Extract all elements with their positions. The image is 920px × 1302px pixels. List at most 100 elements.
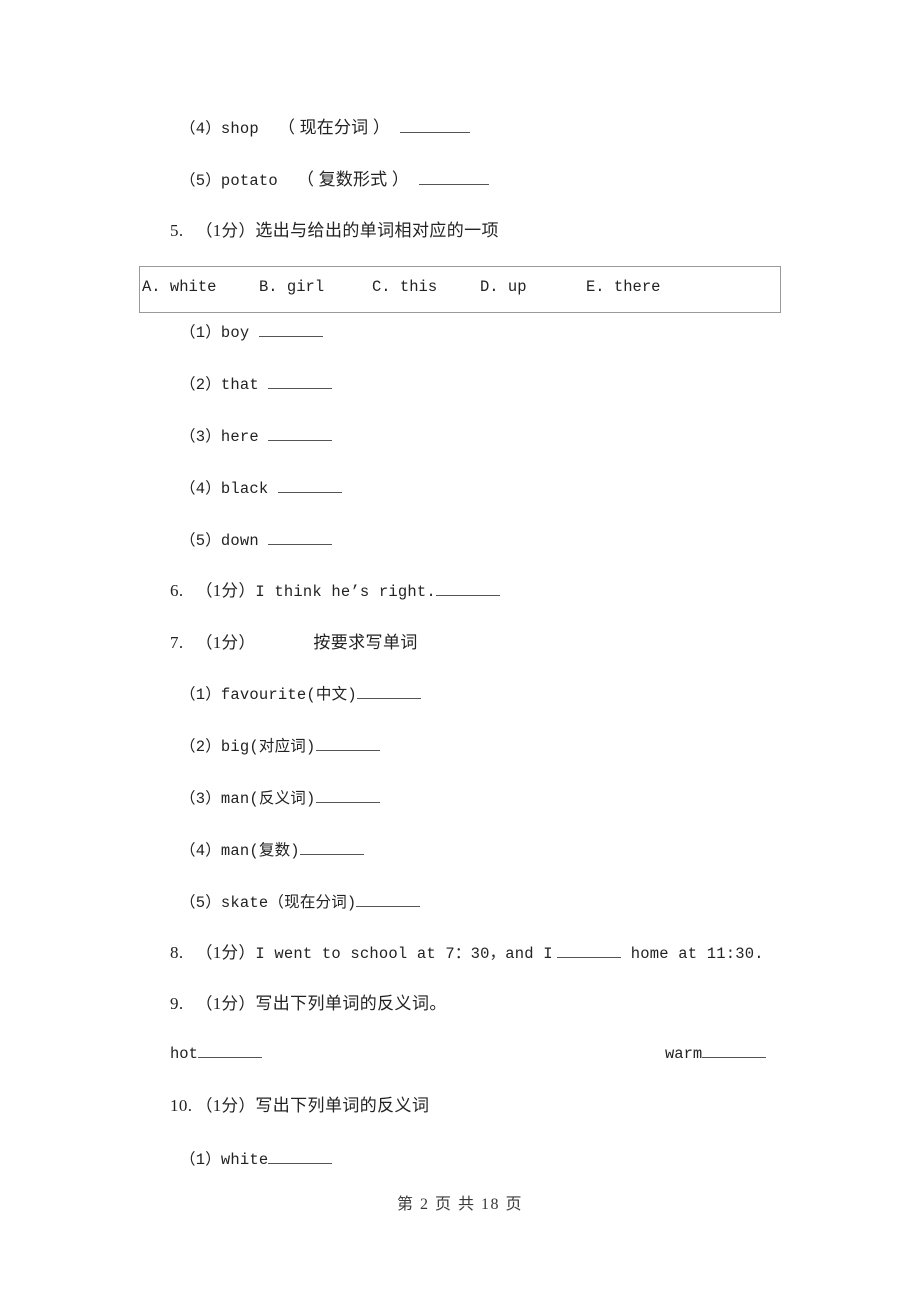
list-item: （5）skate（现在分词) [180, 893, 421, 913]
question-score: （1分） [196, 581, 256, 600]
question-5-header: 5. （1分）选出与给出的单词相对应的一项 [170, 221, 499, 241]
question-number: 9. [170, 994, 184, 1013]
answer-blank[interactable] [268, 375, 333, 389]
question-number: 8. [170, 943, 184, 962]
answer-blank[interactable] [435, 582, 500, 596]
item-word: favourite(中文) [220, 686, 357, 704]
choice-letter: C. [372, 278, 391, 296]
choice-text: white [169, 278, 217, 296]
list-item: （1）boy [180, 323, 323, 343]
item-marker: （1） [180, 686, 221, 704]
worksheet-page: （4）shop （ 现在分词 ） （5）potato （ 复数形式 ） 5. （1… [0, 0, 920, 1302]
answer-blank[interactable] [299, 841, 364, 855]
answer-blank[interactable] [268, 531, 333, 545]
item-word: skate（现在分词) [220, 894, 357, 912]
question-prompt-after: home at 11:30. [630, 945, 764, 963]
list-item: （2）big(对应词) [180, 737, 380, 757]
question-prompt: I think he’s right. [255, 583, 436, 601]
item-word: potato [220, 172, 278, 190]
choice-letter: D. [480, 278, 499, 296]
choice-letter: E. [586, 278, 605, 296]
choice-option-a[interactable]: A. white [142, 278, 259, 296]
list-item: （4）man(复数) [180, 841, 364, 861]
question-score: （1分） [196, 943, 256, 962]
list-item: （5）down [180, 531, 333, 551]
answer-blank[interactable] [557, 944, 622, 958]
item-marker: （4） [180, 120, 221, 138]
question-8: 8. （1分）I went to school at 7：30，and I hom… [170, 943, 764, 964]
answer-blank[interactable] [315, 737, 380, 751]
question-score: （1分） [196, 221, 256, 240]
item-word: shop [220, 120, 259, 138]
item-hint: （ 复数形式 ） [296, 170, 410, 189]
item-hint: （ 现在分词 ） [277, 118, 391, 137]
item-word: down [220, 532, 259, 550]
question-6: 6. （1分）I think he’s right. [170, 581, 500, 602]
item-marker: （1） [180, 1151, 221, 1169]
item-marker: （1） [180, 324, 221, 342]
item-word: black [220, 480, 269, 498]
question-10-header: 10. （1分）写出下列单词的反义词 [170, 1096, 429, 1116]
item-marker: （4） [180, 842, 221, 860]
list-item: （1）white [180, 1150, 333, 1170]
question-7-header: 7. （1分） 按要求写单词 [170, 633, 418, 653]
choice-letter: B. [259, 278, 278, 296]
item-word: big(对应词) [220, 738, 316, 756]
item-word: warm [665, 1045, 703, 1063]
answer-blank[interactable] [356, 685, 421, 699]
item-word: boy [220, 324, 250, 342]
question-9-header: 9. （1分）写出下列单词的反义词。 [170, 994, 447, 1014]
choice-letter: A. [142, 278, 161, 296]
item-marker: （4） [180, 480, 221, 498]
antonym-left: hot [170, 1044, 262, 1063]
item-marker: （5） [180, 172, 221, 190]
choice-option-c[interactable]: C. this [372, 278, 480, 296]
answer-blank[interactable] [197, 1044, 262, 1058]
choice-text: there [613, 278, 661, 296]
list-item: （4）black [180, 479, 342, 499]
choices-row: A. white B. girl C. this D. up E. there [142, 278, 686, 296]
item-word: that [220, 376, 259, 394]
item-word: hot [170, 1045, 198, 1063]
answer-blank[interactable] [315, 789, 380, 803]
answer-blank[interactable] [399, 119, 470, 133]
choice-option-b[interactable]: B. girl [259, 278, 372, 296]
choices-box: A. white B. girl C. this D. up E. there [139, 266, 781, 313]
list-item: （3）here [180, 427, 333, 447]
page-number-text: 第 2 页 共 18 页 [396, 1196, 523, 1213]
question-prompt-before: I went to school at 7：30，and I [255, 945, 553, 963]
question-prompt: 按要求写单词 [313, 633, 418, 652]
question-number: 7. [170, 633, 184, 652]
question-number: 10. [170, 1096, 193, 1115]
item-word: white [220, 1151, 269, 1169]
answer-blank[interactable] [258, 323, 323, 337]
item-word: man(反义词) [220, 790, 316, 808]
choice-text: girl [286, 278, 325, 296]
page-footer: 第 2 页 共 18 页 [0, 1190, 920, 1214]
list-item: （1）favourite(中文) [180, 685, 421, 705]
choice-option-e[interactable]: E. there [586, 278, 686, 296]
answer-blank[interactable] [702, 1044, 767, 1058]
list-item: （3）man(反义词) [180, 789, 380, 809]
question-prompt: 选出与给出的单词相对应的一项 [255, 221, 499, 240]
item-marker: （3） [180, 428, 221, 446]
question-prompt: 写出下列单词的反义词。 [255, 994, 447, 1013]
item-word: man(复数) [220, 842, 300, 860]
answer-blank[interactable] [268, 427, 333, 441]
item-word: here [220, 428, 259, 446]
question-number: 6. [170, 581, 184, 600]
list-item: （2）that [180, 375, 333, 395]
choice-option-d[interactable]: D. up [480, 278, 586, 296]
question-number: 5. [170, 221, 184, 240]
answer-blank[interactable] [356, 893, 421, 907]
choice-text: up [507, 278, 527, 296]
answer-blank[interactable] [418, 171, 489, 185]
list-item: （5）potato （ 复数形式 ） [180, 170, 489, 191]
question-score: （1分） [196, 633, 256, 652]
answer-blank[interactable] [268, 1150, 333, 1164]
list-item: （4）shop （ 现在分词 ） [180, 118, 470, 139]
item-marker: （2） [180, 376, 221, 394]
item-marker: （5） [180, 532, 221, 550]
answer-blank[interactable] [277, 479, 342, 493]
question-score: （1分） [196, 1096, 256, 1115]
